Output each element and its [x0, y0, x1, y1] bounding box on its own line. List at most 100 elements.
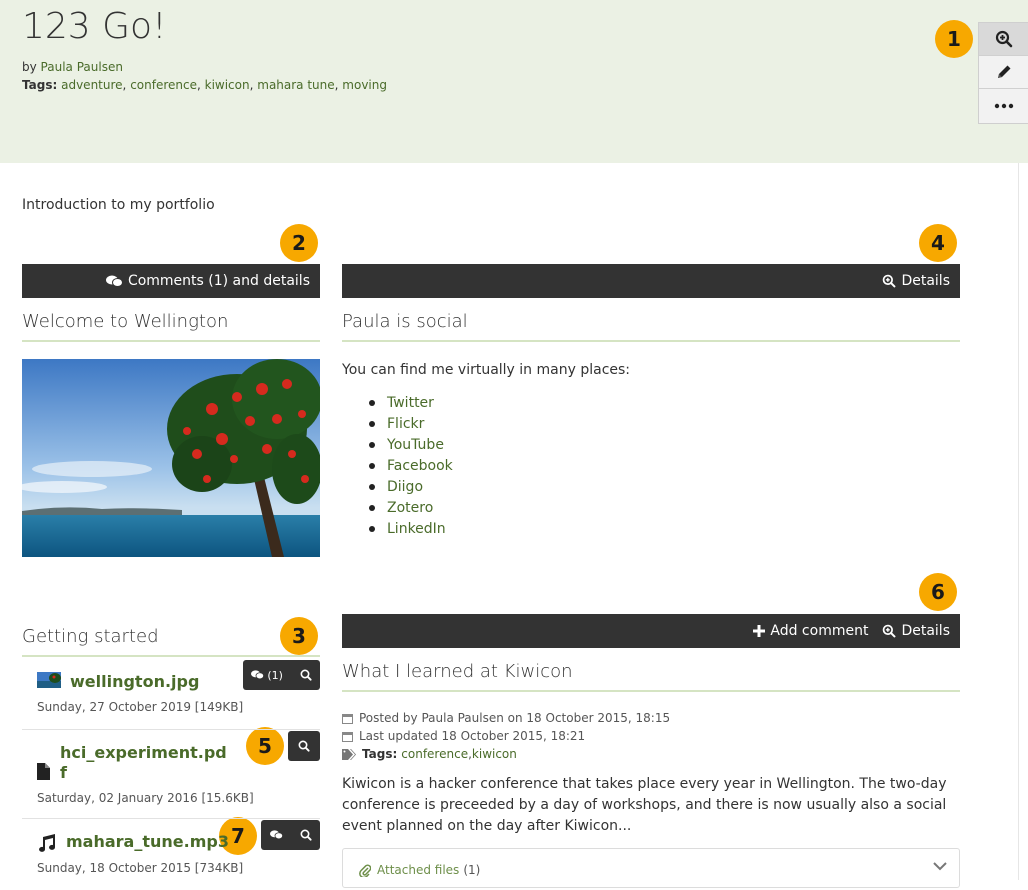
tag-link[interactable]: kiwicon	[472, 747, 517, 761]
file-name-line-1: hci_experiment.pd	[60, 743, 227, 762]
post-details-link[interactable]: Details	[882, 623, 950, 639]
social-link-youtube[interactable]: YouTube	[387, 437, 444, 453]
edit-page-button[interactable]	[979, 56, 1028, 89]
image-file-icon	[37, 672, 61, 688]
page-description: Introduction to my portfolio	[22, 197, 215, 213]
tag-link[interactable]: conference	[130, 78, 197, 92]
social-link-flickr[interactable]: Flickr	[387, 416, 424, 432]
comments-icon	[269, 830, 283, 840]
callout-badge-1: 1	[935, 20, 973, 58]
post-tags: Tags: conference, kiwicon	[342, 747, 517, 761]
page-toolbar	[978, 22, 1028, 124]
comments-and-details-label: Comments (1) and details	[127, 273, 310, 289]
list-item: wellington.jpg Sunday, 27 October 2019 […	[22, 660, 320, 730]
social-details-link[interactable]: Details	[882, 273, 950, 289]
attached-files-label: Attached files	[377, 863, 460, 877]
list-item: Twitter	[342, 392, 453, 413]
social-link-twitter[interactable]: Twitter	[387, 395, 434, 411]
more-options-button[interactable]	[979, 89, 1028, 122]
details-label: Details	[901, 623, 950, 639]
tags-icon	[342, 748, 356, 760]
list-item: Flickr	[342, 413, 453, 434]
file-actions	[261, 820, 320, 850]
file-actions: (1)	[243, 660, 320, 690]
zoom-in-icon	[298, 740, 310, 752]
files-block-title: Getting started	[22, 626, 320, 657]
callout-badge-6: 6	[919, 573, 957, 611]
author-link[interactable]: Paula Paulsen	[41, 60, 123, 74]
file-meta: Sunday, 18 October 2015 [734KB]	[37, 861, 244, 875]
file-details-button[interactable]	[298, 740, 310, 752]
tag-link[interactable]: kiwicon	[205, 78, 250, 92]
calendar-icon	[342, 713, 353, 724]
attached-files-header: Attached files (1)	[359, 863, 480, 877]
attached-files-panel[interactable]: Attached files (1)	[342, 848, 960, 888]
display-page-button[interactable]	[979, 23, 1028, 56]
file-link[interactable]: hci_experiment.pd f	[60, 743, 227, 783]
paperclip-icon	[359, 863, 371, 877]
file-meta: Saturday, 02 January 2016 [15.6KB]	[37, 791, 254, 805]
posted-text: Posted by Paula Paulsen on 18 October 20…	[359, 711, 671, 725]
details-label: Details	[901, 273, 950, 289]
calendar-icon	[342, 731, 353, 742]
file-actions	[288, 731, 320, 761]
tag-link[interactable]: moving	[342, 78, 387, 92]
tag-link[interactable]: conference	[401, 747, 468, 761]
page-header: 123 Go! by Paula Paulsen Tags: adventure…	[0, 0, 1028, 163]
file-details-button[interactable]	[300, 669, 312, 681]
zoom-in-icon	[300, 669, 312, 681]
wellington-photo[interactable]	[22, 359, 320, 557]
social-link-list: Twitter Flickr YouTube Facebook Diigo Zo…	[342, 392, 453, 539]
page-tags: Tags: adventure, conference, kiwicon, ma…	[22, 78, 387, 92]
chevron-down-icon[interactable]	[933, 861, 947, 871]
social-block-title: Paula is social	[342, 311, 960, 342]
list-item: Diigo	[342, 476, 453, 497]
social-link-linkedin[interactable]: LinkedIn	[387, 521, 446, 537]
social-link-zotero[interactable]: Zotero	[387, 500, 433, 516]
list-item: hci_experiment.pd f Saturday, 02 January…	[22, 731, 320, 819]
post-posted: Posted by Paula Paulsen on 18 October 20…	[342, 711, 670, 725]
callout-badge-2: 2	[280, 224, 318, 262]
zoom-in-icon	[300, 829, 312, 841]
zoom-in-icon	[883, 624, 896, 638]
by-prefix: by	[22, 60, 37, 74]
comments-icon	[105, 275, 123, 287]
post-updated: Last updated 18 October 2015, 18:21	[342, 729, 585, 743]
image-block-title: Welcome to Wellington	[22, 311, 320, 342]
file-name-line-2: f	[60, 763, 67, 782]
page-title: 123 Go!	[22, 6, 167, 47]
social-link-diigo[interactable]: Diigo	[387, 479, 423, 495]
file-details-button[interactable]	[300, 829, 312, 841]
social-block-header: Details	[342, 264, 960, 298]
list-item: LinkedIn	[342, 518, 453, 539]
add-comment-button[interactable]: Add comment	[753, 623, 868, 639]
comments-and-details-link[interactable]: Comments (1) and details	[105, 273, 310, 289]
byline: by Paula Paulsen	[22, 60, 123, 74]
comments-icon	[251, 670, 265, 680]
comment-count: (1)	[267, 668, 283, 682]
scrollbar-track[interactable]	[1018, 163, 1028, 880]
add-comment-label: Add comment	[770, 623, 869, 639]
more-icon	[994, 103, 1013, 108]
updated-text: Last updated 18 October 2015, 18:21	[359, 729, 586, 743]
attached-files-count: (1)	[463, 863, 481, 877]
list-item: YouTube	[342, 434, 453, 455]
file-link[interactable]: mahara_tune.mp3	[66, 832, 229, 851]
tag-link[interactable]: adventure	[61, 78, 122, 92]
file-link[interactable]: wellington.jpg	[70, 672, 199, 691]
plus-icon	[753, 625, 766, 637]
tags-label: Tags:	[22, 78, 58, 92]
callout-badge-4: 4	[919, 224, 957, 262]
file-comments-button[interactable]: (1)	[251, 669, 283, 682]
music-file-icon	[39, 834, 56, 852]
pencil-icon	[997, 65, 1010, 78]
list-item: Zotero	[342, 497, 453, 518]
image-block-header: Comments (1) and details	[22, 264, 320, 298]
social-intro: You can find me virtually in many places…	[342, 362, 631, 378]
tags-label: Tags:	[362, 747, 398, 761]
zoom-in-icon	[883, 274, 896, 288]
social-link-facebook[interactable]: Facebook	[387, 458, 453, 474]
file-comments-button[interactable]	[269, 830, 283, 840]
tag-link[interactable]: mahara tune	[257, 78, 334, 92]
list-item: Facebook	[342, 455, 453, 476]
